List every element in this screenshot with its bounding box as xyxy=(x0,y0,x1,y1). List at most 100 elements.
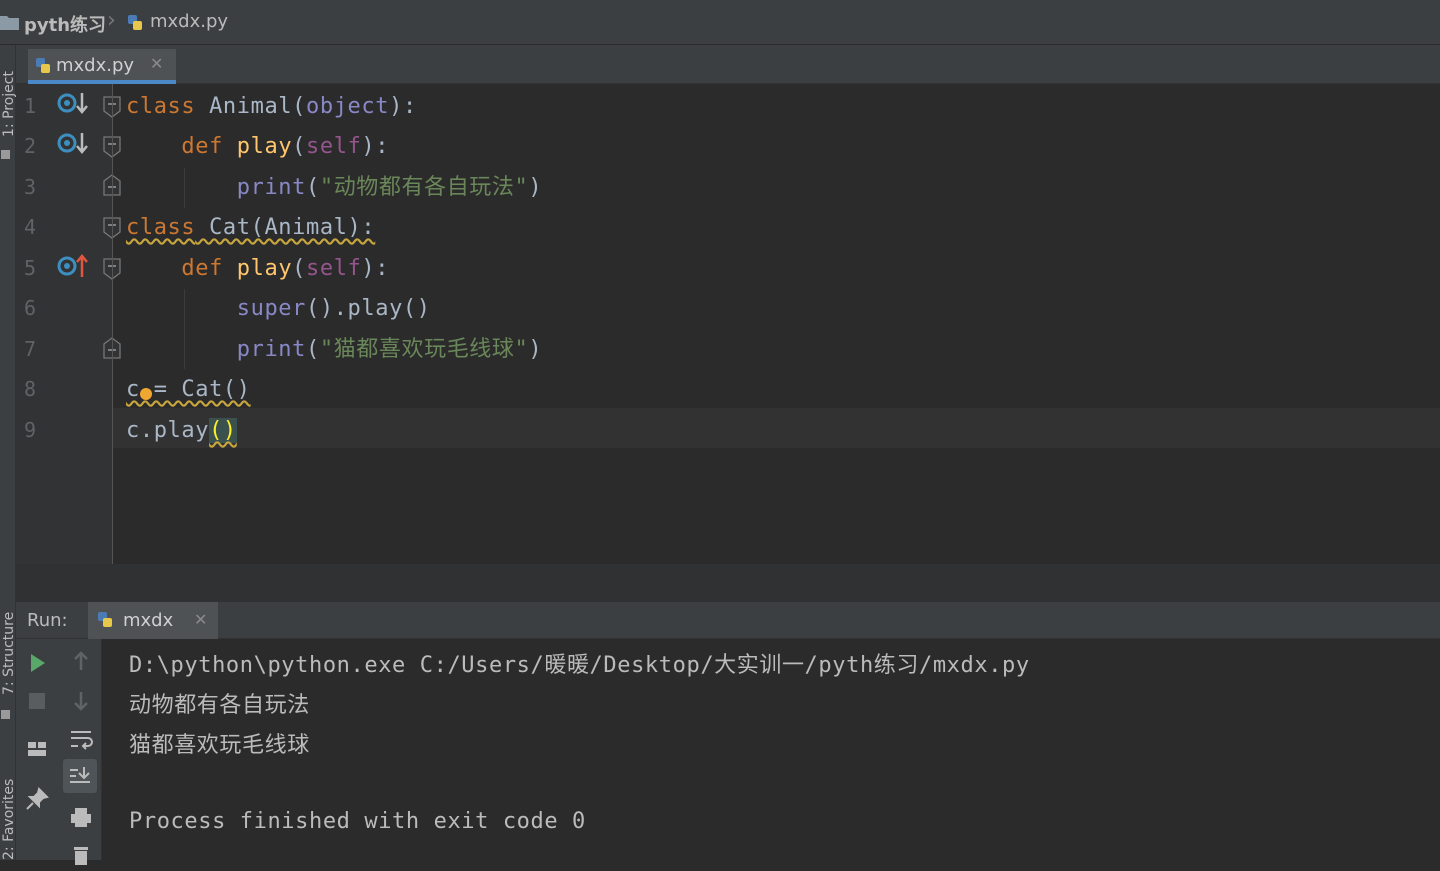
run-tab-label: mxdx xyxy=(123,610,174,631)
folder-icon xyxy=(0,16,19,30)
code-line-6: super().play() xyxy=(126,294,431,324)
favorites-tool-tab[interactable]: 2: Favorites xyxy=(1,779,17,860)
line-number: 3 xyxy=(24,175,37,199)
line-number: 4 xyxy=(24,215,37,239)
scroll-up-icon[interactable] xyxy=(65,645,97,677)
editor-tab-mxdx[interactable]: mxdx.py ✕ xyxy=(28,49,176,84)
builtin-call: super xyxy=(236,296,306,321)
current-line-highlight xyxy=(113,408,1440,448)
run-title: Run: xyxy=(27,610,68,631)
soft-wrap-icon[interactable] xyxy=(65,723,97,755)
code-line-1: class Animal(object): xyxy=(126,92,417,122)
breadcrumb-separator-icon: › xyxy=(107,8,116,33)
string-literal: "动物都有各自玩法" xyxy=(319,175,529,200)
rerun-icon[interactable] xyxy=(21,647,53,679)
matched-paren: () xyxy=(209,418,237,443)
line-number: 7 xyxy=(24,337,37,361)
code-editor[interactable]: 1 2 3 4 5 6 7 8 9 class Animal(object): … xyxy=(16,84,1440,564)
class-declaration: Cat(Animal): xyxy=(195,215,376,240)
code-line-2: def play(self): xyxy=(126,132,389,162)
gutter-divider xyxy=(112,84,113,564)
keyword: class xyxy=(126,215,196,240)
console-line-command: D:\python\python.exe C:/Users/暖暖/Desktop… xyxy=(129,653,1030,678)
editor-tab-label: mxdx.py xyxy=(56,55,135,76)
trash-icon[interactable] xyxy=(65,839,97,871)
punctuation: ( xyxy=(292,134,307,159)
pin-icon[interactable] xyxy=(21,783,53,815)
punctuation: ) xyxy=(528,337,543,362)
code-line-7: print("猫都喜欢玩毛线球") xyxy=(126,335,542,365)
scroll-to-end-icon xyxy=(70,767,90,783)
function-name: play xyxy=(222,134,293,159)
scroll-to-end-button[interactable] xyxy=(63,759,97,793)
overridden-method-down-icon[interactable] xyxy=(56,130,88,160)
print-icon[interactable] xyxy=(65,801,97,833)
python-icon xyxy=(98,612,112,627)
code-line-5: def play(self): xyxy=(126,254,389,284)
project-tool-tab[interactable]: 1: Project xyxy=(1,71,17,137)
self-param: self xyxy=(306,134,362,159)
navigation-bar: pyth练习 › mxdx.py xyxy=(0,0,1440,45)
stop-icon[interactable] xyxy=(21,685,53,717)
breadcrumb-project[interactable]: pyth练习 xyxy=(24,11,106,37)
string-literal: "猫都喜欢玩毛线球" xyxy=(319,337,529,362)
line-number: 6 xyxy=(24,296,37,320)
python-file-icon xyxy=(128,15,142,30)
method-call: ().play() xyxy=(306,296,431,321)
scroll-down-icon[interactable] xyxy=(65,685,97,717)
line-number: 2 xyxy=(24,134,37,158)
structure-tool-tab[interactable]: 7: Structure xyxy=(1,612,17,695)
builtin-call: print xyxy=(236,337,306,362)
keyword: class xyxy=(126,94,196,119)
line-number: 1 xyxy=(24,94,37,118)
run-tab-mxdx[interactable]: mxdx ✕ xyxy=(88,602,218,639)
punctuation: ( xyxy=(292,94,307,119)
self-param: self xyxy=(306,256,362,281)
console-line-output: 猫都喜欢玩毛线球 xyxy=(129,733,310,758)
breadcrumb-file[interactable]: mxdx.py xyxy=(150,11,228,32)
intention-bulb-icon[interactable] xyxy=(140,388,152,400)
structure-tool-icon xyxy=(1,710,10,719)
method-call: c.play xyxy=(126,418,210,443)
line-number: 5 xyxy=(24,256,37,280)
punctuation: ): xyxy=(361,256,390,281)
overriding-method-up-icon[interactable] xyxy=(56,251,88,281)
punctuation: ( xyxy=(306,175,320,200)
editor-gutter: 1 2 3 4 5 6 7 8 9 xyxy=(16,84,121,564)
builtin-call: print xyxy=(236,175,306,200)
code-line-4: class Cat(Animal): xyxy=(126,213,375,243)
line-number: 9 xyxy=(24,418,37,442)
keyword: def xyxy=(181,256,223,281)
code-line-9: c.play() xyxy=(126,416,237,446)
close-tab-icon[interactable]: ✕ xyxy=(150,54,163,73)
line-number: 8 xyxy=(24,377,37,401)
run-console-output[interactable]: D:\python\python.exe C:/Users/暖暖/Desktop… xyxy=(102,639,1440,860)
project-tool-icon xyxy=(1,150,10,159)
overridden-method-down-icon[interactable] xyxy=(56,90,88,120)
punctuation: ( xyxy=(292,256,307,281)
builtin-name: object xyxy=(306,94,390,119)
layout-icon[interactable] xyxy=(21,733,53,765)
class-name: Animal xyxy=(195,94,293,119)
editor-tab-bar: mxdx.py ✕ xyxy=(16,45,1440,84)
run-tool-header: Run: mxdx ✕ xyxy=(16,602,1440,639)
close-run-tab-icon[interactable]: ✕ xyxy=(194,610,207,629)
left-tool-strip: 1: Project 7: Structure 2: Favorites xyxy=(0,45,17,860)
run-toolbar xyxy=(16,639,102,865)
console-line-output: 动物都有各自玩法 xyxy=(129,693,310,718)
punctuation: ): xyxy=(389,94,417,119)
console-line-exit-status: Process finished with exit code 0 xyxy=(129,809,586,834)
punctuation: ): xyxy=(361,134,390,159)
panel-separator[interactable] xyxy=(16,564,1440,602)
punctuation: ) xyxy=(528,175,543,200)
keyword: def xyxy=(181,134,223,159)
function-name: play xyxy=(222,256,293,281)
python-file-icon xyxy=(36,58,50,73)
punctuation: ( xyxy=(306,337,320,362)
code-line-3: print("动物都有各自玩法") xyxy=(126,173,542,203)
